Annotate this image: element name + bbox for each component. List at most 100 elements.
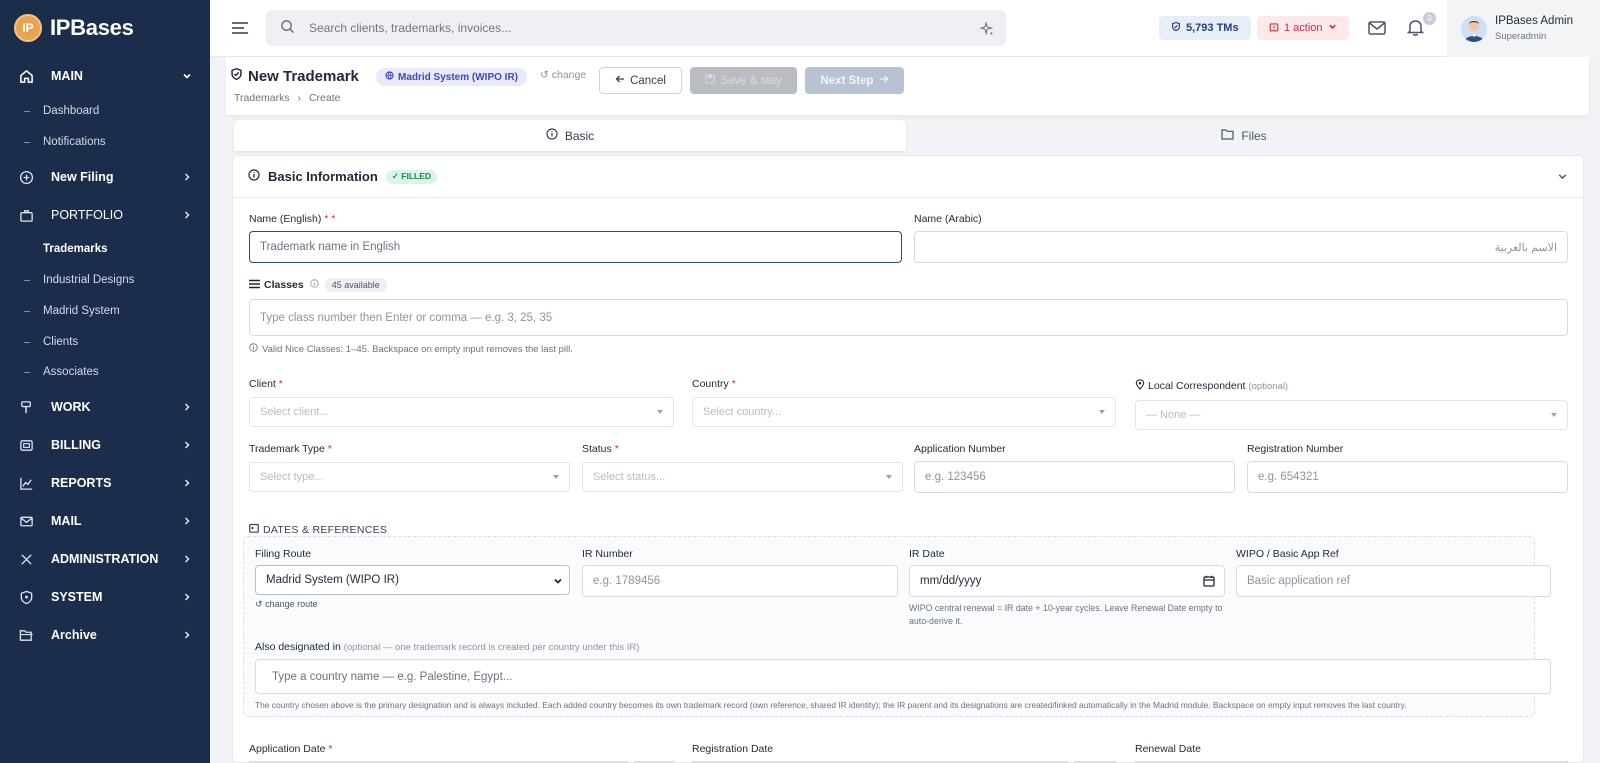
save-icon (705, 74, 715, 87)
chevron-down-icon[interactable] (1557, 171, 1568, 185)
nav-section-mail[interactable]: MAIL (0, 504, 210, 538)
arrow-left-icon (615, 74, 625, 87)
ir-date-help: WIPO central renewal = IR date + 10-year… (909, 603, 1223, 626)
ir-number-placeholder: e.g. 1789456 (593, 575, 661, 587)
trademark-type-placeholder: Select type... (260, 471, 324, 483)
brand-logo[interactable]: IP IPBases (0, 0, 210, 56)
sidebar-item-clients[interactable]: Clients (0, 329, 210, 355)
ir-date-input[interactable]: mm/dd/yyyy (909, 565, 1225, 597)
calendar-alert-icon (1269, 22, 1279, 35)
nav-section-work[interactable]: WORK (0, 390, 210, 424)
page-title: New Trademark (230, 67, 359, 85)
name-english-input[interactable]: Trademark name in English (249, 231, 902, 263)
dates-references-box: Filing Route Madrid System (WIPO IR) ↺ c… (243, 536, 1551, 717)
nav-section-administration[interactable]: ADMINISTRATION (0, 542, 210, 576)
country-select[interactable]: Select country... (692, 397, 1116, 427)
nav-section-reports-label: REPORTS (51, 476, 112, 490)
brand-name: IPBases (50, 15, 134, 40)
nav-section-system[interactable]: SYSTEM (0, 580, 210, 614)
registration-number-input[interactable]: e.g. 654321 (1247, 461, 1568, 493)
filing-route-select[interactable]: Madrid System (WIPO IR) (255, 565, 570, 595)
notification-count: 0 (1423, 12, 1436, 25)
caret-down-icon (553, 475, 559, 479)
undo-icon: ↺ (540, 69, 549, 81)
change-route-label: change route (265, 599, 318, 609)
sparkle-icon[interactable] (978, 20, 994, 39)
chevron-right-icon (182, 401, 192, 415)
action-alert-badge[interactable]: 1 action (1257, 16, 1349, 40)
wipo-ref-placeholder: Basic application ref (1247, 575, 1350, 587)
search-input[interactable] (309, 21, 949, 35)
classes-input[interactable]: Type class number then Enter or comma — … (249, 299, 1568, 336)
application-number-input[interactable]: e.g. 123456 (914, 461, 1235, 493)
chevron-right-icon (182, 439, 192, 453)
sidebar-item-associates[interactable]: Associates (0, 359, 210, 385)
tab-files[interactable]: Files (906, 120, 1582, 151)
folder-open-icon (18, 627, 34, 643)
cancel-button[interactable]: Cancel (599, 67, 682, 94)
sidebar-item-notifications[interactable]: Notifications (0, 129, 210, 155)
registration-number-placeholder: e.g. 654321 (1258, 471, 1319, 483)
bell-icon[interactable] (1406, 18, 1425, 40)
nav-section-portfolio[interactable]: PORTFOLIO (0, 198, 210, 232)
avatar (1461, 15, 1487, 42)
undo-icon: ↺ (255, 599, 263, 609)
nav-section-archive-label: Archive (51, 628, 97, 642)
trademark-type-select[interactable]: Select type... (249, 462, 570, 492)
also-designated-placeholder: Type a country name — e.g. Palestine, Eg… (272, 670, 513, 683)
sidebar-item-dashboard[interactable]: Dashboard (0, 98, 210, 124)
chevron-right-icon (182, 629, 192, 643)
nav-section-billing[interactable]: BILLING (0, 428, 210, 462)
section-header[interactable]: Basic Information ✓ FILLED (233, 156, 1583, 198)
name-arabic-label: Name (Arabic) (914, 213, 982, 225)
breadcrumb-trademarks[interactable]: Trademarks (234, 92, 290, 104)
save-and-stay-button[interactable]: Save & stay (690, 67, 797, 94)
country-placeholder: Select country... (703, 406, 782, 418)
name-english-placeholder: Trademark name in English (260, 241, 401, 253)
status-select[interactable]: Select status... (582, 462, 903, 492)
info-icon (248, 169, 260, 184)
wipo-ref-input[interactable]: Basic application ref (1236, 565, 1551, 597)
dates-section-label: DATES & REFERENCES (249, 523, 387, 536)
ir-number-input[interactable]: e.g. 1789456 (582, 565, 898, 597)
mail-icon[interactable] (1368, 20, 1386, 39)
nav-section-new-filing-label: New Filing (51, 170, 114, 184)
chevron-right-icon (182, 553, 192, 567)
nav-section-main[interactable]: MAIN (0, 59, 210, 93)
calendar-icon[interactable] (1203, 575, 1215, 590)
next-step-button[interactable]: Next Step (805, 67, 904, 94)
gavel-icon (18, 399, 34, 415)
sidebar-item-industrial-designs[interactable]: Industrial Designs (0, 267, 210, 293)
list-icon (249, 279, 260, 292)
also-designated-input[interactable]: Type a country name — e.g. Palestine, Eg… (255, 659, 1551, 694)
client-select[interactable]: Select client... (249, 397, 674, 427)
trademark-type-label: Trademark Type * (249, 443, 332, 455)
user-menu[interactable]: IPBases Admin Superadmin (1447, 0, 1600, 57)
shield-icon (18, 589, 34, 605)
section-title: Basic Information (268, 169, 378, 184)
sidebar-item-trademarks[interactable]: Trademarks (0, 236, 210, 262)
sidebar-item-label: Dashboard (43, 105, 100, 117)
tools-icon (18, 551, 34, 567)
registration-number-label: Registration Number (1247, 443, 1344, 455)
classes-label: Classes 45 available (249, 278, 387, 292)
global-search[interactable] (266, 10, 1006, 46)
change-route-link[interactable]: ↺ change (540, 69, 586, 81)
nav-section-reports[interactable]: REPORTS (0, 466, 210, 500)
nav-section-work-label: WORK (51, 400, 91, 414)
home-icon (18, 68, 34, 84)
nav-section-archive[interactable]: Archive (0, 618, 210, 652)
tab-basic[interactable]: Basic (234, 120, 906, 151)
sidebar-item-madrid-system[interactable]: Madrid System (0, 298, 210, 324)
tms-count-badge[interactable]: 5,793 TMs (1159, 16, 1251, 40)
arrow-right-icon (879, 74, 889, 87)
nav-section-new-filing[interactable]: New Filing (0, 160, 210, 194)
hamburger-menu-icon[interactable] (230, 18, 250, 38)
wallet-icon (18, 437, 34, 453)
classes-help: Valid Nice Classes: 1–45. Backspace on e… (249, 343, 573, 355)
filing-route-value: Madrid System (WIPO IR) (266, 574, 399, 586)
registration-date-label: Registration Date (692, 743, 774, 755)
name-arabic-input[interactable]: الاسم بالعربية (914, 231, 1568, 263)
change-route-link[interactable]: ↺ change route (255, 599, 318, 610)
local-correspondent-select[interactable]: — None — (1135, 400, 1568, 430)
